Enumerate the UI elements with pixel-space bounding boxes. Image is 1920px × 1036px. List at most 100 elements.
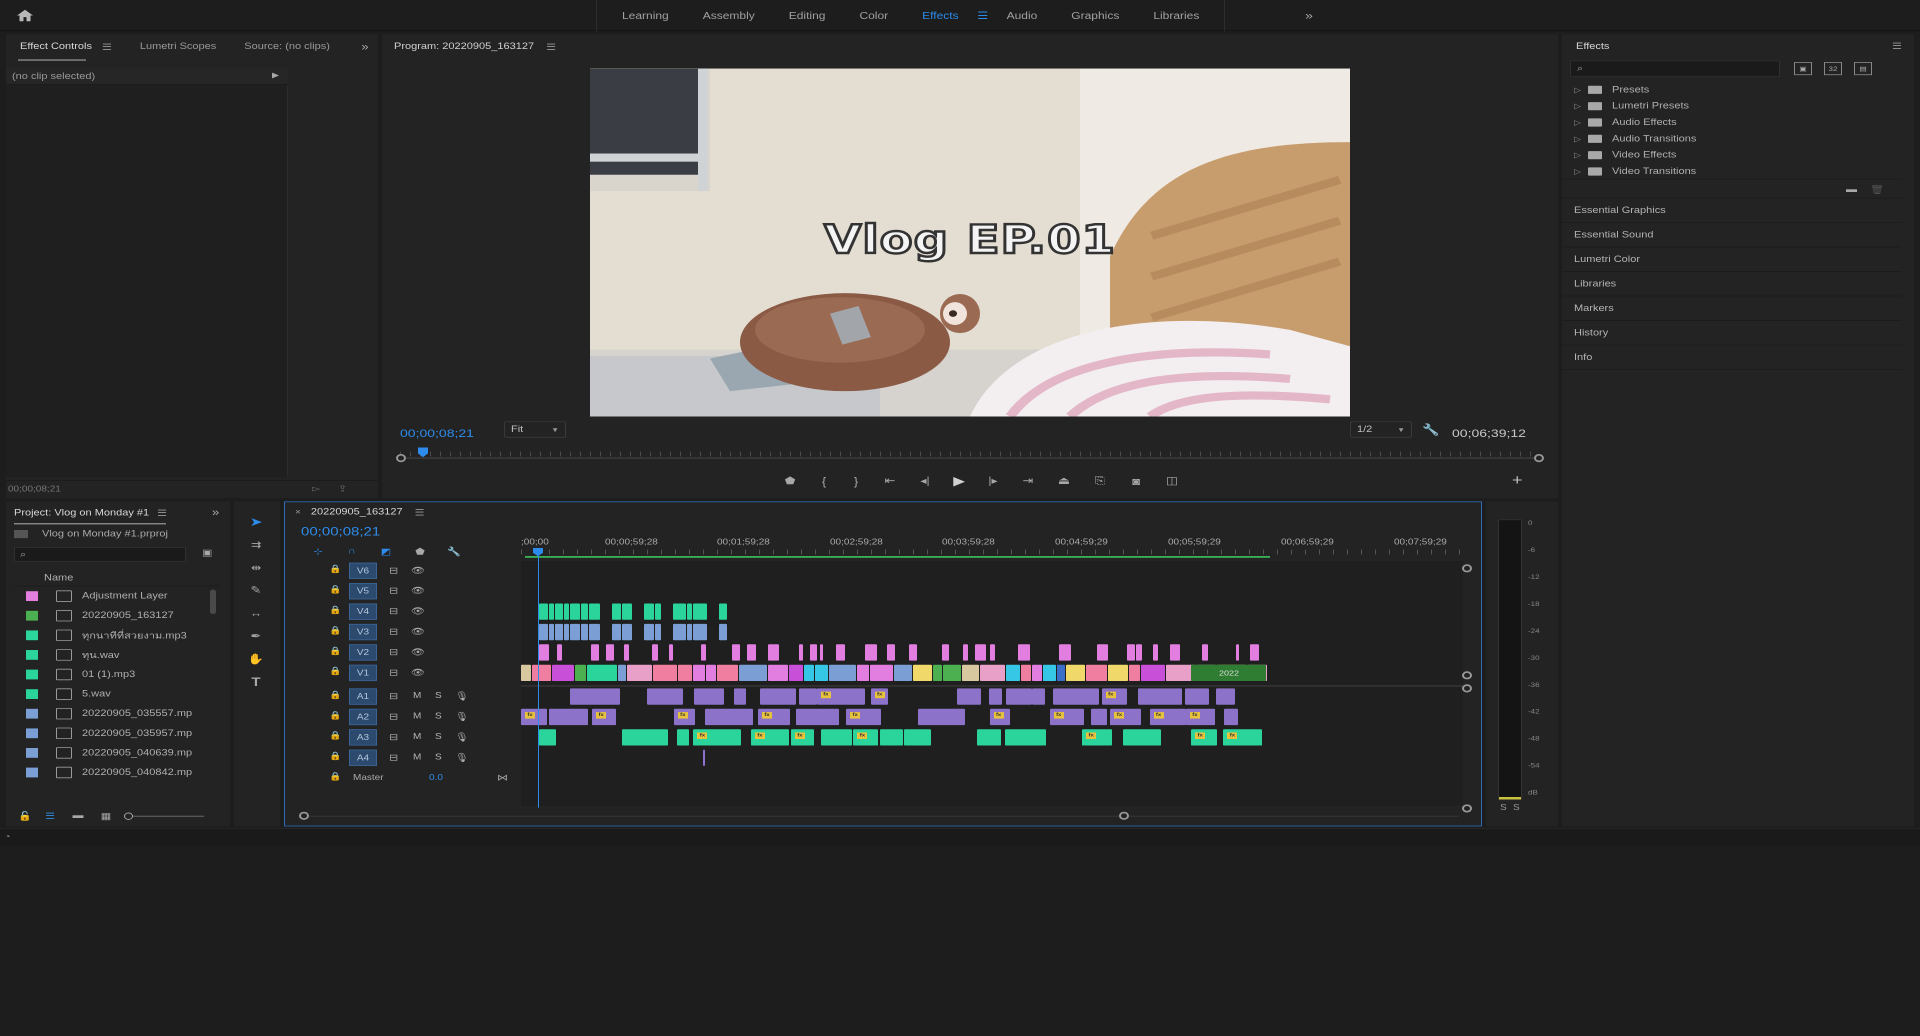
video-clip[interactable] — [857, 664, 870, 682]
video-clip[interactable] — [548, 603, 555, 620]
video-scroll-handle[interactable] — [1462, 671, 1472, 680]
audio-clip[interactable] — [1216, 688, 1236, 705]
eye-icon[interactable]: 👁 — [411, 667, 425, 678]
icon-view-icon[interactable]: ▬ — [64, 811, 92, 821]
sync-lock-icon[interactable]: ⊟ — [389, 626, 398, 637]
video-clip[interactable] — [521, 664, 532, 682]
effects-menu-icon[interactable]: ☰ — [1892, 41, 1902, 52]
video-clip[interactable] — [552, 664, 575, 682]
video-clip[interactable] — [624, 644, 629, 661]
export-icon[interactable]: ⇪ — [338, 483, 347, 494]
video-clip[interactable] — [1043, 664, 1056, 682]
video-clip[interactable] — [989, 644, 996, 661]
video-clip[interactable] — [627, 664, 653, 682]
video-clip[interactable] — [1170, 644, 1180, 661]
razor-tool-icon[interactable]: ✎ — [244, 581, 268, 599]
audio-scroll-handle[interactable] — [1462, 804, 1472, 813]
eye-icon[interactable]: 👁 — [411, 606, 425, 617]
mute-button[interactable]: M — [413, 753, 421, 762]
program-timecode[interactable]: 00;00;08;21 — [400, 426, 474, 439]
video-clip[interactable] — [912, 664, 933, 682]
lock-icon[interactable]: 🔓 — [14, 810, 36, 821]
audio-clip[interactable] — [703, 749, 705, 766]
audio-clip[interactable] — [549, 708, 589, 726]
audio-clip[interactable] — [977, 729, 1002, 746]
video-scroll-handle[interactable] — [1462, 564, 1472, 573]
comparison-view-icon[interactable]: ◫ — [1154, 474, 1190, 487]
video-clip[interactable] — [621, 603, 633, 620]
time-ruler[interactable]: ;00;00 00;00;59;28 00;01;59;28 00;02;59;… — [521, 535, 1461, 559]
microphone-icon[interactable]: 🎙 — [455, 711, 469, 722]
timeline-settings-icon[interactable]: 🔧 — [437, 546, 471, 557]
video-clip[interactable] — [672, 603, 687, 620]
video-clip[interactable]: 2022 — [1191, 664, 1266, 682]
audio-clip[interactable] — [1052, 688, 1099, 705]
type-tool-icon[interactable]: T — [244, 673, 268, 691]
workspace-menu-icon[interactable]: ☰ — [976, 10, 990, 21]
audio-clip[interactable] — [1185, 688, 1210, 705]
solo-button[interactable]: S — [435, 732, 442, 741]
video-clip[interactable] — [1250, 644, 1260, 661]
lock-icon[interactable]: 🔒 — [329, 773, 341, 782]
workspace-tab-effects[interactable]: Effects — [905, 0, 975, 31]
video-clip[interactable] — [814, 664, 829, 682]
sync-lock-icon[interactable]: ⊟ — [389, 691, 398, 702]
selection-tool-icon[interactable]: ➤ — [244, 513, 268, 531]
sync-lock-icon[interactable]: ⊟ — [389, 667, 398, 678]
video-clip[interactable] — [539, 603, 548, 620]
track-label[interactable]: V2 — [349, 644, 377, 661]
zoom-slider[interactable] — [124, 812, 204, 820]
video-clip[interactable] — [933, 664, 942, 682]
video-clip[interactable] — [809, 644, 818, 661]
video-clip[interactable] — [564, 603, 570, 620]
timeline-playhead[interactable] — [538, 552, 539, 808]
audio-clip[interactable] — [621, 729, 669, 746]
nest-icon[interactable]: ⊹ — [301, 546, 335, 557]
lock-icon[interactable]: 🔒 — [329, 565, 341, 574]
video-clip[interactable] — [804, 664, 814, 682]
lock-icon[interactable]: 🔒 — [329, 647, 341, 656]
audio-clip[interactable] — [704, 708, 754, 726]
step-back-icon[interactable]: ◂| — [908, 475, 942, 486]
panel-essential-graphics[interactable]: Essential Graphics — [1562, 198, 1902, 223]
lock-icon[interactable]: 🔒 — [329, 711, 341, 720]
slip-tool-icon[interactable]: ↔ — [244, 604, 268, 622]
video-clip[interactable] — [555, 623, 564, 641]
video-clip[interactable] — [1005, 664, 1021, 682]
wrench-icon[interactable]: 🔧 — [1422, 423, 1439, 437]
folder-audio-transitions[interactable]: ▷ Audio Transitions — [1562, 131, 1902, 147]
video-frame[interactable]: Vlog EP.01 — [590, 68, 1350, 417]
sync-lock-icon[interactable]: ⊟ — [389, 647, 398, 658]
program-menu-icon[interactable]: ☰ — [546, 41, 556, 52]
video-clip[interactable] — [835, 644, 846, 661]
extract-icon[interactable]: ⎘ — [1082, 474, 1118, 487]
filter-icon[interactable]: ▻ — [312, 483, 320, 494]
audio-clip[interactable] — [1122, 729, 1161, 746]
sync-lock-icon[interactable]: ⊟ — [389, 606, 398, 617]
track-label[interactable]: A1 — [349, 688, 377, 705]
audio-clip[interactable] — [1090, 708, 1108, 726]
video-clip[interactable] — [705, 664, 716, 682]
audio-clip[interactable] — [820, 729, 853, 746]
status-icon[interactable]: ◔ — [4, 832, 11, 842]
video-clip[interactable] — [654, 603, 661, 620]
video-clip[interactable] — [548, 623, 555, 641]
audio-clip[interactable] — [879, 729, 903, 746]
video-clip[interactable] — [1236, 644, 1240, 661]
project-item[interactable]: ทุน.wav — [6, 645, 206, 665]
video-clip[interactable] — [581, 623, 588, 641]
video-clip[interactable] — [1021, 664, 1032, 682]
program-scrubber[interactable] — [396, 447, 1544, 465]
folder-video-effects[interactable]: ▷ Video Effects — [1562, 147, 1902, 163]
mute-button[interactable]: M — [413, 692, 421, 701]
video-clip[interactable] — [539, 644, 549, 661]
scrub-end-handle[interactable] — [1534, 454, 1544, 463]
video-clip[interactable] — [557, 644, 562, 661]
mute-button[interactable]: M — [413, 732, 421, 741]
video-clip[interactable] — [621, 623, 633, 641]
lock-icon[interactable]: 🔒 — [329, 586, 341, 595]
project-item[interactable]: 5.wav — [6, 684, 206, 704]
video-clip[interactable] — [687, 623, 693, 641]
audio-clip[interactable] — [693, 688, 724, 705]
panel-history[interactable]: History — [1562, 321, 1902, 346]
